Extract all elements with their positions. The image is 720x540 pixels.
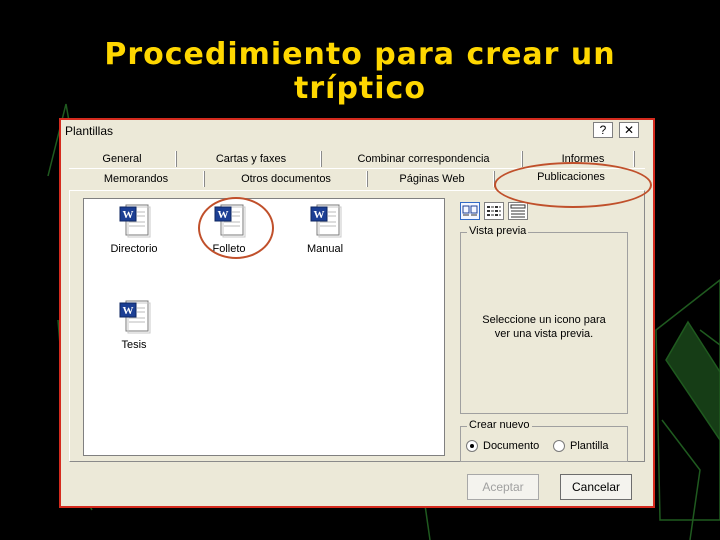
tab-memorandos[interactable]: Memorandos bbox=[71, 170, 201, 188]
cancel-button[interactable]: Cancelar bbox=[560, 474, 632, 500]
tab-separator bbox=[175, 151, 177, 167]
preview-group: Vista previa Seleccione un icono para ve… bbox=[460, 225, 628, 414]
word-document-icon: W bbox=[119, 300, 151, 334]
view-list-button[interactable] bbox=[484, 202, 504, 220]
word-document-icon: W bbox=[310, 204, 342, 238]
preview-legend: Vista previa bbox=[467, 225, 529, 237]
tab-combinar-correspondencia[interactable]: Combinar correspondencia bbox=[341, 150, 506, 168]
radio-selected-dot bbox=[470, 444, 474, 448]
annotation-circle-publicaciones bbox=[494, 162, 652, 208]
large-icons-icon bbox=[462, 205, 478, 216]
slide-title: Procedimiento para crear un tríptico bbox=[104, 37, 616, 106]
template-item-manual[interactable]: W Manual bbox=[290, 202, 360, 262]
radio-documento[interactable] bbox=[466, 440, 478, 452]
view-details-button[interactable] bbox=[508, 202, 528, 220]
tab-otros-documentos[interactable]: Otros documentos bbox=[211, 170, 361, 188]
create-new-group: Crear nuevo Documento Plantilla bbox=[460, 419, 628, 462]
dialog-titlebar[interactable]: Plantillas ? ✕ bbox=[61, 120, 653, 142]
tab-separator bbox=[320, 151, 322, 167]
radio-documento-label[interactable]: Documento bbox=[483, 440, 539, 452]
tab-separator bbox=[521, 151, 523, 167]
tab-cartas-y-faxes[interactable]: Cartas y faxes bbox=[201, 150, 301, 168]
view-large-icons-button[interactable] bbox=[460, 202, 480, 220]
dialog-title: Plantillas bbox=[65, 124, 114, 138]
word-document-icon: W bbox=[119, 204, 151, 238]
template-item-directorio[interactable]: W Directorio bbox=[99, 202, 169, 262]
create-new-legend: Crear nuevo bbox=[467, 419, 532, 431]
tab-separator bbox=[203, 171, 205, 187]
template-label: Tesis bbox=[121, 339, 147, 351]
radio-plantilla[interactable] bbox=[553, 440, 565, 452]
template-label: Manual bbox=[306, 243, 344, 255]
help-button[interactable]: ? bbox=[593, 122, 613, 138]
list-view-icon bbox=[487, 206, 501, 216]
svg-text:W: W bbox=[123, 305, 134, 317]
radio-plantilla-label[interactable]: Plantilla bbox=[570, 440, 609, 452]
template-item-tesis[interactable]: W Tesis bbox=[99, 298, 169, 358]
tab-separator bbox=[366, 171, 368, 187]
svg-text:W: W bbox=[314, 209, 325, 221]
close-button[interactable]: ✕ bbox=[619, 122, 639, 138]
template-label: Directorio bbox=[110, 243, 158, 255]
tab-separator bbox=[633, 151, 635, 167]
preview-message: Seleccione un icono para ver una vista p… bbox=[482, 314, 606, 340]
svg-text:W: W bbox=[123, 209, 134, 221]
tab-paginas-web[interactable]: Páginas Web bbox=[371, 170, 493, 188]
annotation-circle-folleto bbox=[198, 197, 274, 259]
details-view-icon bbox=[510, 204, 526, 218]
tab-general[interactable]: General bbox=[81, 150, 163, 168]
accept-button[interactable]: Aceptar bbox=[467, 474, 539, 500]
